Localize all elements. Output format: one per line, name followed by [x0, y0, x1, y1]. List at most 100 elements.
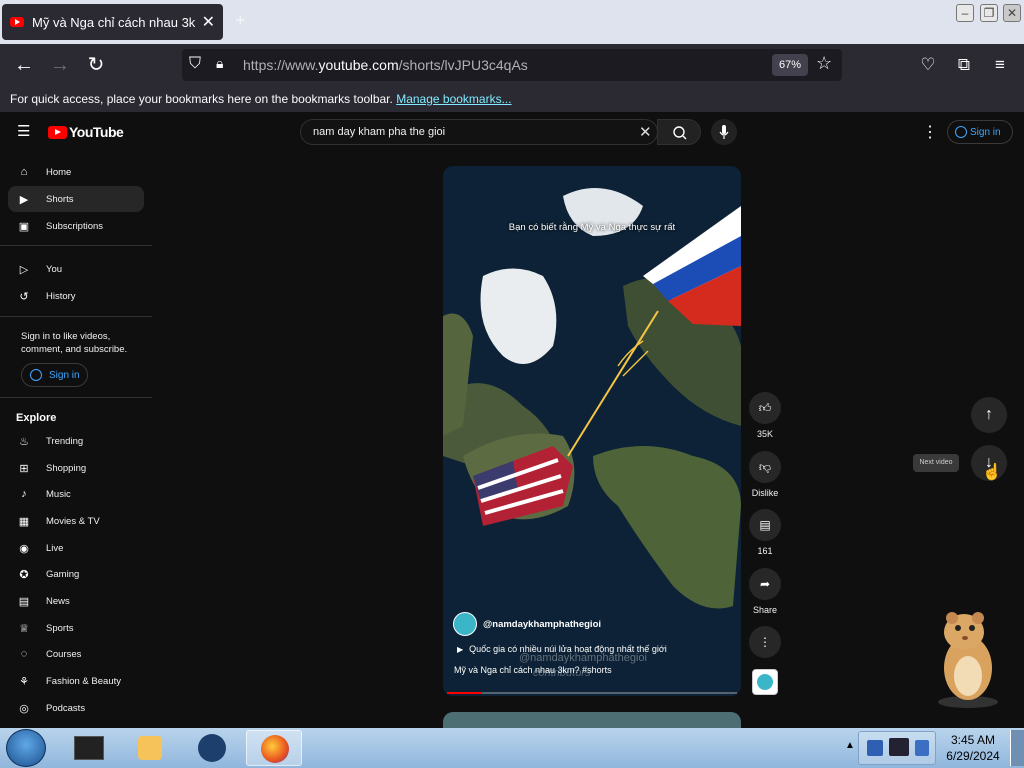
channel-name[interactable]: @namdaykhamphathegioi: [483, 619, 601, 630]
media-player-icon: [138, 736, 162, 760]
trending-icon: ♨: [19, 435, 29, 448]
voice-search-button[interactable]: [711, 119, 737, 145]
search-button[interactable]: [657, 119, 701, 145]
sidebar-item-label: Sports: [46, 622, 74, 634]
explore-heading: Explore: [16, 412, 57, 424]
like-button[interactable]: 👍︎: [749, 392, 781, 424]
clock-time: 3:45 AM: [950, 733, 996, 747]
more-actions-button[interactable]: ⋮: [749, 626, 781, 658]
start-button[interactable]: [6, 729, 46, 767]
sidebar-item-fashion[interactable]: ⚘ Fashion & Beauty: [8, 668, 144, 694]
sidebar-item-shopping[interactable]: ⊞ Shopping: [8, 455, 144, 481]
sidebar-item-label: Courses: [46, 648, 82, 660]
sound-channel-thumbnail[interactable]: [752, 669, 778, 695]
system-clock[interactable]: 3:45 AM 6/29/2024: [940, 732, 1006, 764]
youtube-header: ☰ YouTube nam day kham pha the gioi ✕ ⋮ …: [0, 112, 1024, 152]
previous-video-button[interactable]: ↑: [971, 397, 1007, 433]
taskbar-app-terminal[interactable]: [60, 730, 116, 766]
search-box[interactable]: nam day kham pha the gioi ✕: [300, 119, 658, 145]
share-button[interactable]: ➦: [749, 568, 781, 600]
channel-info[interactable]: @namdaykhamphathegioi: [453, 612, 601, 636]
pocket-icon[interactable]: ♡: [915, 52, 941, 78]
sidebar-item-label: Home: [46, 166, 72, 178]
sidebar: ⌂ Home ▶ Shorts ▣ Subscriptions ▷ You ↺ …: [0, 152, 152, 728]
comments-button[interactable]: ▤: [749, 509, 781, 541]
taskbar-app-media-player[interactable]: [122, 730, 178, 766]
show-hidden-icons-icon[interactable]: ▲: [845, 740, 855, 751]
bookmarks-hint: For quick access, place your bookmarks h…: [10, 92, 393, 106]
new-tab-icon[interactable]: +: [235, 10, 246, 31]
taskbar-app-network[interactable]: [184, 730, 240, 766]
restore-window-button[interactable]: ❐: [980, 4, 998, 22]
sidebar-item-courses[interactable]: ◌ Courses: [8, 641, 144, 667]
podcasts-icon: ◎: [19, 702, 29, 715]
sidebar-item-live[interactable]: ◉ Live: [8, 535, 144, 561]
menu-icon[interactable]: ≡: [987, 52, 1013, 78]
search-icon: [673, 126, 687, 140]
sign-in-prompt: Sign in to like videos, comment, and sub…: [21, 331, 128, 355]
sidebar-item-movies[interactable]: ▦ Movies & TV: [8, 508, 144, 534]
sidebar-item-gaming[interactable]: ✪ Gaming: [8, 561, 144, 587]
comment-icon: ▤: [759, 518, 771, 532]
sidebar-item-you[interactable]: ▷ You: [8, 256, 144, 282]
reload-icon[interactable]: ↻: [83, 52, 109, 78]
sidebar-item-label: Music: [46, 488, 71, 500]
video-title[interactable]: Mỹ và Nga chỉ cách nhau 3km? #shorts: [454, 665, 612, 675]
dislike-button[interactable]: 👎︎: [749, 451, 781, 483]
manage-bookmarks-link[interactable]: Manage bookmarks...: [396, 92, 511, 106]
short-video-player[interactable]: Bạn có biết rằng Mỹ và Nga thực sự rất @…: [443, 166, 741, 696]
settings-more-icon[interactable]: ⋮: [922, 122, 938, 142]
close-tab-icon[interactable]: ✕: [202, 12, 215, 32]
video-progress-bar[interactable]: [447, 692, 737, 694]
extensions-icon[interactable]: ⧉: [951, 52, 977, 78]
sidebar-item-news[interactable]: ▤ News: [8, 588, 144, 614]
hamburger-menu-icon[interactable]: ☰: [17, 122, 30, 140]
channel-avatar[interactable]: [453, 612, 477, 636]
display-icon[interactable]: [889, 738, 909, 756]
sidebar-item-sports[interactable]: ♕ Sports: [8, 615, 144, 641]
forward-arrow-icon[interactable]: →: [47, 52, 73, 78]
minimize-window-button[interactable]: –: [956, 4, 974, 22]
thumbs-down-icon: 👎︎: [758, 459, 772, 474]
lock-icon[interactable]: 🔒︎: [216, 55, 223, 72]
show-desktop-button[interactable]: [1010, 730, 1024, 766]
terminal-icon: [74, 736, 104, 760]
youtube-logo[interactable]: YouTube: [48, 124, 124, 140]
fashion-icon: ⚘: [19, 675, 29, 688]
sign-in-button[interactable]: Sign in: [947, 120, 1013, 144]
browser-tab[interactable]: Mỹ và Nga chỉ cách nhau 3km? #shorts - Y…: [2, 4, 223, 40]
sidebar-item-trending[interactable]: ♨ Trending: [8, 428, 144, 454]
next-short-preview[interactable]: [443, 712, 741, 728]
sidebar-divider: [0, 397, 152, 398]
sidebar-item-podcasts[interactable]: ◎ Podcasts: [8, 695, 144, 721]
shopping-icon: ⊞: [19, 462, 29, 475]
hand-cursor-icon: ☝: [982, 464, 1002, 481]
browser-tab-strip: Mỹ và Nga chỉ cách nhau 3km? #shorts - Y…: [0, 0, 1024, 44]
address-bar[interactable]: ⛉ 🔒︎ https://www.youtube.com/shorts/lvJP…: [182, 49, 842, 81]
network-icon[interactable]: [867, 740, 883, 756]
volume-icon[interactable]: [915, 740, 929, 756]
sidebar-item-history[interactable]: ↺ History: [8, 283, 144, 309]
zoom-level[interactable]: 67%: [772, 54, 808, 76]
system-tray[interactable]: [858, 731, 936, 765]
sidebar-item-subscriptions[interactable]: ▣ Subscriptions: [8, 213, 144, 239]
sidebar-item-label: News: [46, 595, 70, 607]
bookmark-star-icon[interactable]: ☆: [816, 53, 832, 74]
sidebar-item-music[interactable]: ♪ Music: [8, 481, 144, 507]
sidebar-item-home[interactable]: ⌂ Home: [8, 159, 144, 185]
clear-search-icon[interactable]: ✕: [639, 123, 652, 141]
browser-navigation-bar: ← → ↻ ⛉ 🔒︎ https://www.youtube.com/short…: [0, 44, 1024, 86]
news-icon: ▤: [18, 595, 30, 608]
search-input[interactable]: nam day kham pha the gioi: [313, 126, 445, 138]
sports-icon: ♕: [19, 622, 29, 635]
taskbar-app-firefox[interactable]: [246, 730, 302, 766]
back-arrow-icon[interactable]: ←: [11, 52, 37, 78]
shield-icon[interactable]: ⛉: [189, 55, 201, 73]
sidebar-item-shorts[interactable]: ▶ Shorts: [8, 186, 144, 212]
sidebar-sign-in-button[interactable]: Sign in: [21, 363, 88, 387]
like-count: 35K: [756, 429, 773, 439]
user-circle-icon: [955, 126, 967, 138]
user-circle-icon: [30, 369, 42, 381]
sidebar-item-label: Shopping: [46, 462, 87, 474]
close-window-button[interactable]: ✕: [1003, 4, 1021, 22]
